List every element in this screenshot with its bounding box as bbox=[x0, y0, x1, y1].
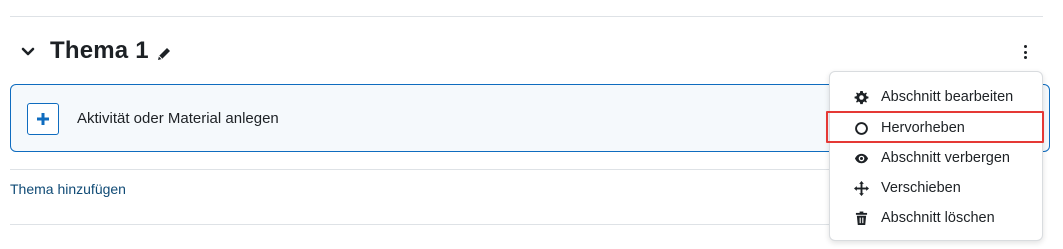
menu-item-label: Abschnitt löschen bbox=[881, 210, 995, 226]
add-activity-label: Aktivität oder Material anlegen bbox=[77, 110, 279, 127]
menu-item-delete-section[interactable]: Abschnitt löschen bbox=[830, 203, 1042, 233]
top-divider bbox=[10, 16, 1043, 17]
kebab-dot bbox=[1023, 56, 1027, 59]
menu-item-edit-section[interactable]: Abschnitt bearbeiten bbox=[830, 82, 1042, 112]
menu-item-label: Verschieben bbox=[881, 180, 961, 196]
section-actions-menu-button[interactable] bbox=[1017, 44, 1033, 60]
add-topic-link[interactable]: Thema hinzufügen bbox=[10, 181, 126, 197]
menu-item-label: Abschnitt verbergen bbox=[881, 150, 1010, 166]
menu-item-label: Abschnitt bearbeiten bbox=[881, 89, 1014, 105]
add-activity-plus bbox=[27, 103, 59, 135]
kebab-dot bbox=[1023, 45, 1027, 48]
collapse-section-button[interactable] bbox=[18, 42, 38, 62]
circle-icon bbox=[854, 121, 869, 136]
plus-icon bbox=[37, 113, 49, 125]
menu-item-hide-section[interactable]: Abschnitt verbergen bbox=[830, 143, 1042, 173]
move-icon bbox=[854, 181, 869, 196]
menu-item-label: Hervorheben bbox=[881, 120, 965, 136]
kebab-dot bbox=[1023, 50, 1027, 54]
section-header: Thema 1 bbox=[10, 33, 1050, 73]
eye-icon bbox=[854, 151, 869, 166]
trash-icon bbox=[854, 211, 869, 226]
chevron-down-icon bbox=[21, 47, 35, 56]
edit-title-icon[interactable] bbox=[156, 46, 172, 62]
menu-item-highlight[interactable]: Hervorheben bbox=[830, 113, 1042, 143]
pencil-icon bbox=[158, 48, 170, 60]
section-actions-dropdown: Abschnitt bearbeiten Hervorheben Abschni… bbox=[829, 71, 1043, 241]
menu-item-move[interactable]: Verschieben bbox=[830, 173, 1042, 203]
section-title: Thema 1 bbox=[50, 37, 149, 64]
gear-icon bbox=[854, 90, 869, 105]
